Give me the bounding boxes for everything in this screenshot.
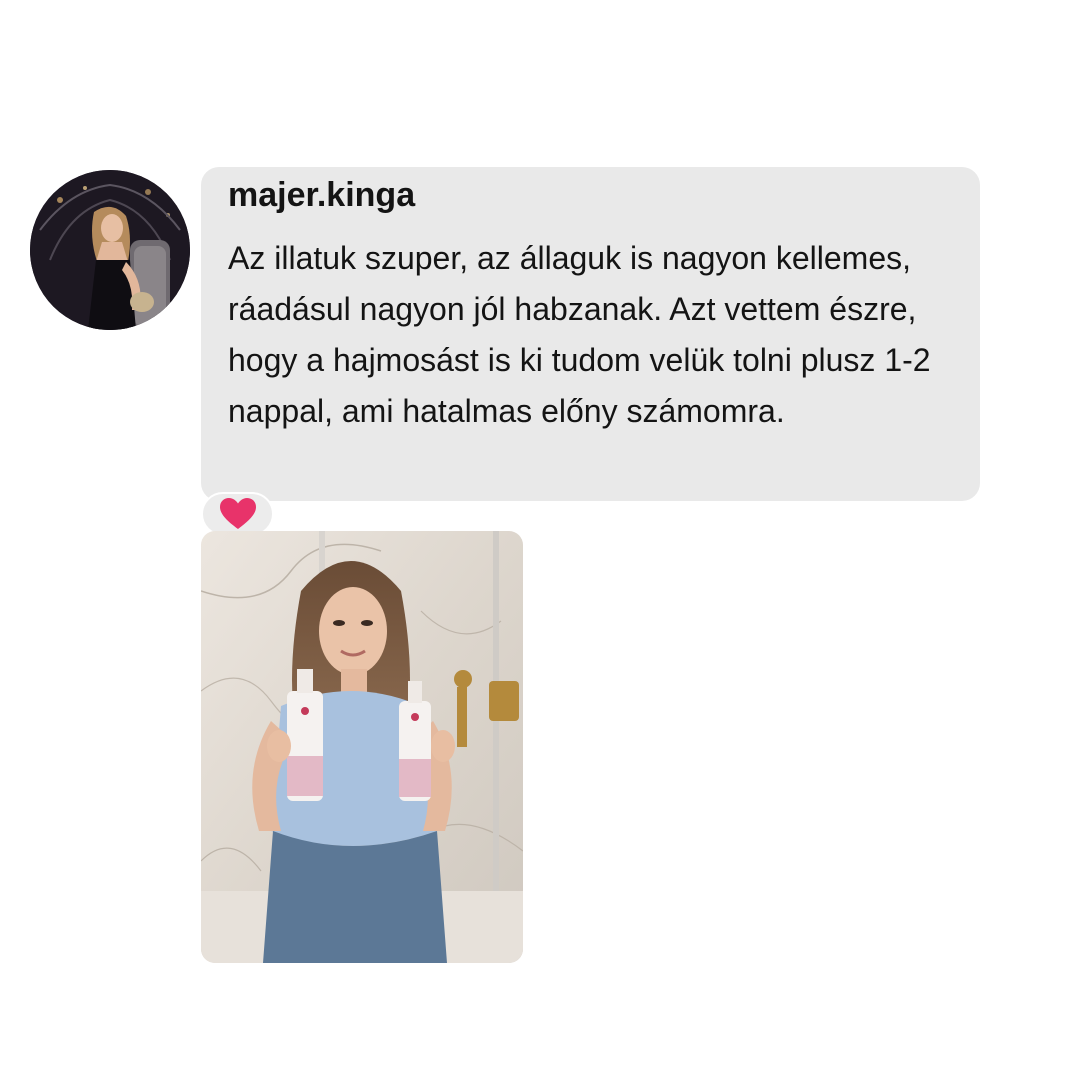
comment-username[interactable]: majer.kinga [228, 175, 956, 215]
comment-text: Az illatuk szuper, az állaguk is nagyon … [228, 240, 931, 429]
reaction-badge[interactable] [201, 492, 274, 536]
avatar[interactable] [30, 170, 190, 330]
comment-bubble: majer.kinga Az illatuk szuper, az állagu… [201, 167, 980, 501]
avatar-photo [30, 170, 190, 330]
heart-icon [219, 498, 256, 529]
photo-illustration [201, 531, 523, 963]
attached-photo[interactable] [201, 531, 523, 963]
